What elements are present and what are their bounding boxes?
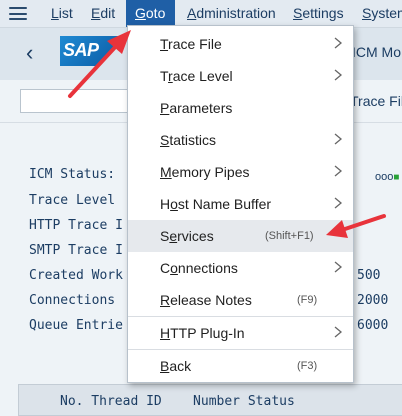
menu-item-release-notes[interactable]: Release Notes (F9)	[128, 284, 353, 316]
http-trace-label: HTTP Trace I	[29, 218, 123, 233]
queue-entries-label: Queue Entrie	[29, 318, 123, 333]
icm-status-label: ICM Status:	[29, 167, 116, 182]
connections-value: 2000	[357, 293, 389, 308]
connections-label: Connections	[29, 293, 116, 308]
chevron-right-icon	[334, 197, 343, 209]
chevron-right-icon	[334, 165, 343, 177]
back-shortcut: (F3)	[297, 360, 318, 372]
smtp-trace-label: SMTP Trace I	[29, 243, 123, 258]
menu-item-statistics[interactable]: Statistics	[128, 124, 353, 156]
chevron-right-icon	[334, 69, 343, 81]
created-work-label: Created Work	[29, 268, 123, 283]
hamburger-menu-icon[interactable]	[9, 7, 27, 20]
goto-dropdown-menu: Trace File Trace Level Parameters Statis…	[127, 25, 354, 383]
created-work-value: 500	[357, 268, 381, 283]
menu-settings[interactable]: Settings	[288, 0, 349, 27]
menu-administration[interactable]: Administration	[182, 0, 281, 27]
menu-edit[interactable]: Edit	[86, 0, 120, 27]
release-notes-shortcut: (F9)	[297, 294, 318, 306]
chevron-right-icon	[334, 37, 343, 49]
menu-system[interactable]: System	[357, 0, 402, 27]
menu-item-http-plug-in[interactable]: HTTP Plug-In	[128, 317, 353, 349]
menu-item-back[interactable]: Back (F3)	[128, 350, 353, 382]
chevron-right-icon	[334, 133, 343, 145]
menu-item-connections[interactable]: Connections	[128, 252, 353, 284]
trace-level-label: Trace Level	[29, 193, 116, 208]
menu-item-parameters[interactable]: Parameters	[128, 92, 353, 124]
chevron-right-icon	[334, 261, 343, 273]
menu-item-trace-level[interactable]: Trace Level	[128, 60, 353, 92]
status-light-icon: ooo■	[375, 171, 400, 183]
page-title: ICM Mo	[352, 44, 401, 60]
toolbar-trace-file-button[interactable]: Trace Fil	[350, 93, 402, 109]
menu-goto[interactable]: Goto	[126, 0, 175, 27]
services-shortcut: (Shift+F1)	[265, 230, 314, 242]
menu-bar: List Edit Goto Administration Settings S…	[0, 0, 402, 28]
menu-item-host-name-buffer[interactable]: Host Name Buffer	[128, 188, 353, 220]
table-header: No. Thread ID Number Status	[60, 394, 295, 409]
back-chevron-icon[interactable]: ‹	[26, 40, 33, 66]
chevron-right-icon	[334, 326, 343, 338]
menu-item-memory-pipes[interactable]: Memory Pipes	[128, 156, 353, 188]
menu-item-services[interactable]: Services (Shift+F1)	[128, 220, 353, 252]
menu-item-trace-file[interactable]: Trace File	[128, 28, 353, 60]
queue-entries-value: 6000	[357, 318, 389, 333]
menu-list[interactable]: List	[46, 0, 78, 27]
